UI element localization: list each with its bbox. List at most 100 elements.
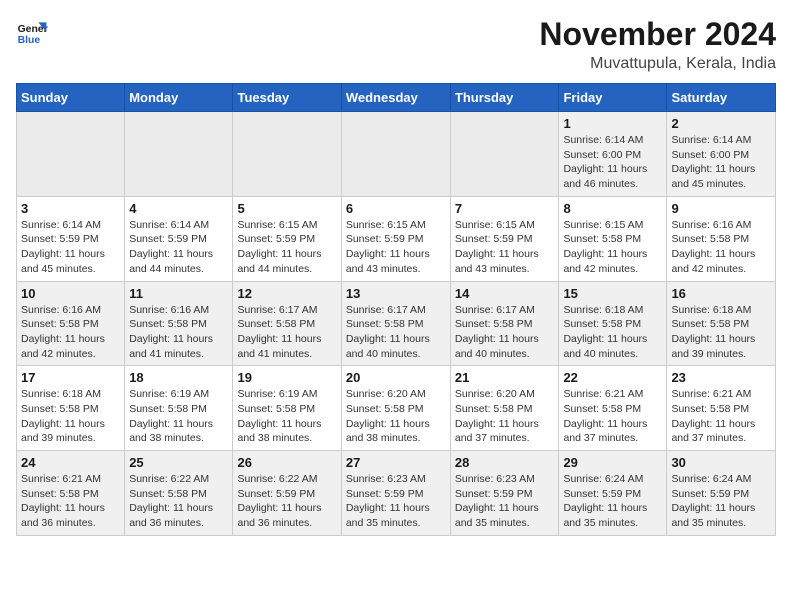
day-info: Sunrise: 6:18 AM Sunset: 5:58 PM Dayligh… bbox=[671, 303, 771, 362]
calendar-cell: 26 Sunrise: 6:22 AM Sunset: 5:59 PM Dayli… bbox=[233, 451, 341, 536]
calendar-cell: 13Sunrise: 6:17 AM Sunset: 5:58 PM Dayli… bbox=[341, 281, 450, 366]
day-number: 27 bbox=[346, 455, 446, 470]
calendar-cell: 2 Sunrise: 6:14 AM Sunset: 6:00 PM Daylig… bbox=[667, 112, 776, 197]
calendar-cell bbox=[17, 112, 125, 197]
calendar-cell: 18 Sunrise: 6:19 AM Sunset: 5:58 PM Dayli… bbox=[125, 366, 233, 451]
calendar-cell: 10 Sunrise: 6:16 AM Sunset: 5:58 PM Dayli… bbox=[17, 281, 125, 366]
svg-text:Blue: Blue bbox=[18, 35, 41, 46]
calendar-cell: 9 Sunrise: 6:16 AM Sunset: 5:58 PM Daylig… bbox=[667, 196, 776, 281]
calendar-cell: 3 Sunrise: 6:14 AM Sunset: 5:59 PM Daylig… bbox=[17, 196, 125, 281]
day-info: Sunrise: 6:21 AM Sunset: 5:58 PM Dayligh… bbox=[21, 472, 120, 531]
weekday-header: Wednesday bbox=[341, 84, 450, 112]
day-info: Sunrise: 6:17 AM Sunset: 5:58 PM Dayligh… bbox=[237, 303, 336, 362]
day-info: Sunrise: 6:22 AM Sunset: 5:58 PM Dayligh… bbox=[129, 472, 228, 531]
day-number: 9 bbox=[671, 201, 771, 216]
day-info: Sunrise: 6:21 AM Sunset: 5:58 PM Dayligh… bbox=[563, 387, 662, 446]
calendar-cell: 12 Sunrise: 6:17 AM Sunset: 5:58 PM Dayli… bbox=[233, 281, 341, 366]
title-area: November 2024 Muvattupula, Kerala, India bbox=[539, 16, 776, 73]
calendar-cell: 19 Sunrise: 6:19 AM Sunset: 5:58 PM Dayli… bbox=[233, 366, 341, 451]
calendar-week-row: 3 Sunrise: 6:14 AM Sunset: 5:59 PM Daylig… bbox=[17, 196, 776, 281]
day-number: 18 bbox=[129, 370, 228, 385]
calendar-cell bbox=[233, 112, 341, 197]
day-number: 25 bbox=[129, 455, 228, 470]
day-number: 15 bbox=[563, 286, 662, 301]
day-number: 1 bbox=[563, 116, 662, 131]
calendar-cell: 6 Sunrise: 6:15 AM Sunset: 5:59 PM Daylig… bbox=[341, 196, 450, 281]
day-info: Sunrise: 6:20 AM Sunset: 5:58 PM Dayligh… bbox=[346, 387, 446, 446]
day-number: 5 bbox=[237, 201, 336, 216]
day-info: Sunrise: 6:15 AM Sunset: 5:59 PM Dayligh… bbox=[455, 218, 555, 277]
calendar-cell: 5 Sunrise: 6:15 AM Sunset: 5:59 PM Daylig… bbox=[233, 196, 341, 281]
calendar-cell: 20 Sunrise: 6:20 AM Sunset: 5:58 PM Dayli… bbox=[341, 366, 450, 451]
calendar-cell: 8 Sunrise: 6:15 AM Sunset: 5:58 PM Daylig… bbox=[559, 196, 667, 281]
day-info: Sunrise: 6:16 AM Sunset: 5:58 PM Dayligh… bbox=[21, 303, 120, 362]
day-number: 8 bbox=[563, 201, 662, 216]
day-info: Sunrise: 6:24 AM Sunset: 5:59 PM Dayligh… bbox=[563, 472, 662, 531]
calendar-cell bbox=[125, 112, 233, 197]
day-info: Sunrise: 6:16 AM Sunset: 5:58 PM Dayligh… bbox=[671, 218, 771, 277]
location-title: Muvattupula, Kerala, India bbox=[539, 55, 776, 73]
calendar-cell: 27Sunrise: 6:23 AM Sunset: 5:59 PM Dayli… bbox=[341, 451, 450, 536]
weekday-header: Thursday bbox=[450, 84, 559, 112]
calendar-week-row: 10 Sunrise: 6:16 AM Sunset: 5:58 PM Dayli… bbox=[17, 281, 776, 366]
calendar-week-row: 17 Sunrise: 6:18 AM Sunset: 5:58 PM Dayli… bbox=[17, 366, 776, 451]
day-info: Sunrise: 6:24 AM Sunset: 5:59 PM Dayligh… bbox=[671, 472, 771, 531]
day-number: 4 bbox=[129, 201, 228, 216]
day-number: 6 bbox=[346, 201, 446, 216]
day-number: 23 bbox=[671, 370, 771, 385]
header: General Blue November 2024 Muvattupula, … bbox=[16, 16, 776, 73]
calendar-cell: 24Sunrise: 6:21 AM Sunset: 5:58 PM Dayli… bbox=[17, 451, 125, 536]
weekday-header: Sunday bbox=[17, 84, 125, 112]
day-info: Sunrise: 6:14 AM Sunset: 6:00 PM Dayligh… bbox=[563, 133, 662, 192]
day-info: Sunrise: 6:17 AM Sunset: 5:58 PM Dayligh… bbox=[346, 303, 446, 362]
day-number: 16 bbox=[671, 286, 771, 301]
day-info: Sunrise: 6:22 AM Sunset: 5:59 PM Dayligh… bbox=[237, 472, 336, 531]
day-info: Sunrise: 6:19 AM Sunset: 5:58 PM Dayligh… bbox=[237, 387, 336, 446]
day-info: Sunrise: 6:17 AM Sunset: 5:58 PM Dayligh… bbox=[455, 303, 555, 362]
calendar-cell: 30 Sunrise: 6:24 AM Sunset: 5:59 PM Dayli… bbox=[667, 451, 776, 536]
day-number: 10 bbox=[21, 286, 120, 301]
day-info: Sunrise: 6:14 AM Sunset: 5:59 PM Dayligh… bbox=[129, 218, 228, 277]
weekday-header: Friday bbox=[559, 84, 667, 112]
day-number: 20 bbox=[346, 370, 446, 385]
logo: General Blue bbox=[16, 16, 48, 48]
calendar-cell: 29 Sunrise: 6:24 AM Sunset: 5:59 PM Dayli… bbox=[559, 451, 667, 536]
calendar-cell: 23Sunrise: 6:21 AM Sunset: 5:58 PM Dayli… bbox=[667, 366, 776, 451]
day-number: 2 bbox=[671, 116, 771, 131]
month-title: November 2024 bbox=[539, 16, 776, 53]
day-info: Sunrise: 6:18 AM Sunset: 5:58 PM Dayligh… bbox=[563, 303, 662, 362]
weekday-header-row: SundayMondayTuesdayWednesdayThursdayFrid… bbox=[17, 84, 776, 112]
day-info: Sunrise: 6:14 AM Sunset: 6:00 PM Dayligh… bbox=[671, 133, 771, 192]
weekday-header: Saturday bbox=[667, 84, 776, 112]
day-number: 3 bbox=[21, 201, 120, 216]
day-number: 17 bbox=[21, 370, 120, 385]
day-info: Sunrise: 6:15 AM Sunset: 5:58 PM Dayligh… bbox=[563, 218, 662, 277]
calendar-cell: 7Sunrise: 6:15 AM Sunset: 5:59 PM Daylig… bbox=[450, 196, 559, 281]
weekday-header: Tuesday bbox=[233, 84, 341, 112]
day-info: Sunrise: 6:19 AM Sunset: 5:58 PM Dayligh… bbox=[129, 387, 228, 446]
day-info: Sunrise: 6:15 AM Sunset: 5:59 PM Dayligh… bbox=[346, 218, 446, 277]
day-number: 21 bbox=[455, 370, 555, 385]
day-number: 14 bbox=[455, 286, 555, 301]
calendar-week-row: 24Sunrise: 6:21 AM Sunset: 5:58 PM Dayli… bbox=[17, 451, 776, 536]
day-number: 28 bbox=[455, 455, 555, 470]
day-number: 30 bbox=[671, 455, 771, 470]
day-number: 29 bbox=[563, 455, 662, 470]
calendar-cell: 17 Sunrise: 6:18 AM Sunset: 5:58 PM Dayli… bbox=[17, 366, 125, 451]
weekday-header: Monday bbox=[125, 84, 233, 112]
day-number: 22 bbox=[563, 370, 662, 385]
day-info: Sunrise: 6:14 AM Sunset: 5:59 PM Dayligh… bbox=[21, 218, 120, 277]
calendar-cell: 21Sunrise: 6:20 AM Sunset: 5:58 PM Dayli… bbox=[450, 366, 559, 451]
calendar-cell: 15 Sunrise: 6:18 AM Sunset: 5:58 PM Dayli… bbox=[559, 281, 667, 366]
day-info: Sunrise: 6:15 AM Sunset: 5:59 PM Dayligh… bbox=[237, 218, 336, 277]
day-number: 12 bbox=[237, 286, 336, 301]
calendar-cell: 25 Sunrise: 6:22 AM Sunset: 5:58 PM Dayli… bbox=[125, 451, 233, 536]
calendar-cell: 11Sunrise: 6:16 AM Sunset: 5:58 PM Dayli… bbox=[125, 281, 233, 366]
day-number: 19 bbox=[237, 370, 336, 385]
day-info: Sunrise: 6:23 AM Sunset: 5:59 PM Dayligh… bbox=[455, 472, 555, 531]
calendar-cell: 1 Sunrise: 6:14 AM Sunset: 6:00 PM Daylig… bbox=[559, 112, 667, 197]
calendar-cell: 16 Sunrise: 6:18 AM Sunset: 5:58 PM Dayli… bbox=[667, 281, 776, 366]
calendar-cell bbox=[450, 112, 559, 197]
day-number: 26 bbox=[237, 455, 336, 470]
day-info: Sunrise: 6:18 AM Sunset: 5:58 PM Dayligh… bbox=[21, 387, 120, 446]
